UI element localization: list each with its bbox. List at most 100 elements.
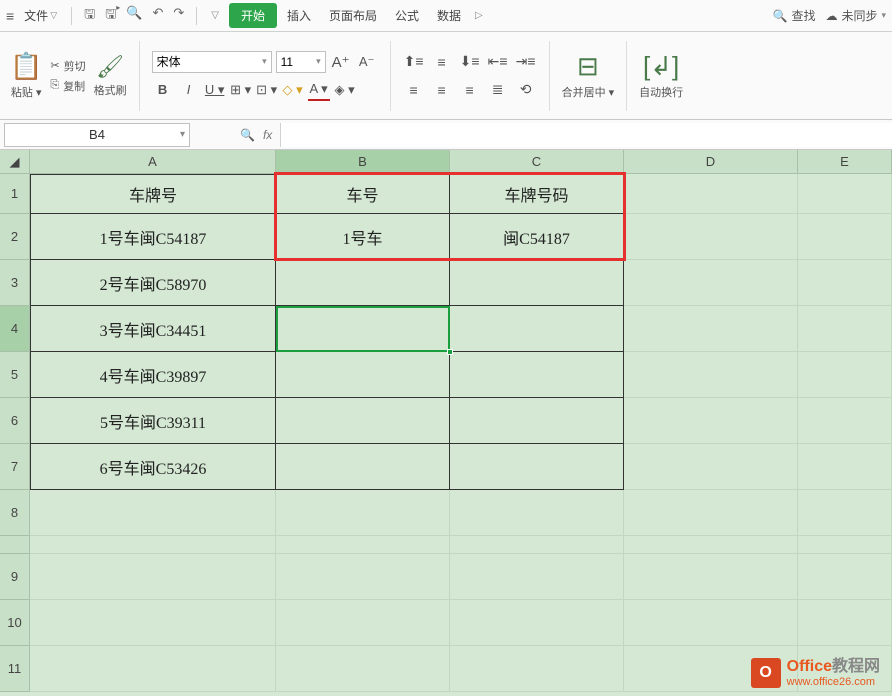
cell-C1[interactable]: 车牌号码 xyxy=(450,174,624,214)
row-header-5[interactable]: 5 xyxy=(0,352,30,398)
cell-E4[interactable] xyxy=(798,306,892,352)
select-all-corner[interactable]: ◢ xyxy=(0,150,30,174)
cell-B2[interactable]: 1号车 xyxy=(276,214,450,260)
col-header-B[interactable]: B xyxy=(276,150,450,174)
preview-icon[interactable]: 🔍 xyxy=(126,5,142,27)
cell-C3[interactable] xyxy=(450,260,624,306)
cell-B11[interactable] xyxy=(276,646,450,692)
cell-C7[interactable] xyxy=(450,444,624,490)
tab-pagelayout[interactable]: 页面布局 xyxy=(321,3,385,28)
distribute-button[interactable]: ≣ xyxy=(487,79,509,101)
row-header-11[interactable]: 11 xyxy=(0,646,30,692)
tab-data[interactable]: 数据 xyxy=(429,3,469,28)
cell-E7[interactable] xyxy=(798,444,892,490)
align-top-button[interactable]: ⬆≡ xyxy=(403,51,425,73)
undo-icon[interactable]: ↶ xyxy=(152,5,163,27)
align-bottom-button[interactable]: ⬇≡ xyxy=(459,51,481,73)
cell-A4[interactable]: 3号车闽C34451 xyxy=(30,306,276,352)
cell-D4[interactable] xyxy=(624,306,798,352)
cell-B4[interactable] xyxy=(276,306,450,352)
cell-B6[interactable] xyxy=(276,398,450,444)
cell-B9b[interactable] xyxy=(276,554,450,600)
cell-A7[interactable]: 6号车闽C53426 xyxy=(30,444,276,490)
cell-C8[interactable] xyxy=(450,490,624,536)
wrap-text-button[interactable]: [↲] 自动换行 xyxy=(639,51,683,100)
sync-button[interactable]: ☁ 未同步 ▾ xyxy=(825,7,886,24)
cell-E2[interactable] xyxy=(798,214,892,260)
cell-D3[interactable] xyxy=(624,260,798,306)
tab-insert[interactable]: 插入 xyxy=(279,3,319,28)
orientation-button[interactable]: ⟲ xyxy=(515,79,537,101)
cell-A9[interactable] xyxy=(30,536,276,554)
cell-E5[interactable] xyxy=(798,352,892,398)
cell-B9[interactable] xyxy=(276,536,450,554)
row-header-4[interactable]: 4 xyxy=(0,306,30,352)
border-button[interactable]: ⊞ ▾ xyxy=(230,79,252,101)
cell-E1[interactable] xyxy=(798,174,892,214)
cell-C9[interactable] xyxy=(450,536,624,554)
underline-button[interactable]: U ▾ xyxy=(204,79,226,101)
align-middle-button[interactable]: ≡ xyxy=(431,51,453,73)
indent-left-button[interactable]: ⇤≡ xyxy=(487,51,509,73)
increase-font-button[interactable]: A⁺ xyxy=(330,51,352,73)
cell-D5[interactable] xyxy=(624,352,798,398)
cell-C2[interactable]: 闽C54187 xyxy=(450,214,624,260)
cell-A6[interactable]: 5号车闽C39311 xyxy=(30,398,276,444)
align-center-button[interactable]: ≡ xyxy=(431,79,453,101)
cell-D2[interactable] xyxy=(624,214,798,260)
cell-A3[interactable]: 2号车闽C58970 xyxy=(30,260,276,306)
row-header-1[interactable]: 1 xyxy=(0,174,30,214)
sheet-area[interactable]: ◢ A B C D E 1 车牌号 车号 车牌号码 2 1号车闽C54187 1… xyxy=(0,150,892,696)
format-painter-button[interactable]: 🖌 格式刷 xyxy=(94,54,127,98)
cell-E3[interactable] xyxy=(798,260,892,306)
more-tabs-icon[interactable]: ▷ xyxy=(471,10,487,21)
fill-handle[interactable] xyxy=(447,349,453,355)
align-right-button[interactable]: ≡ xyxy=(459,79,481,101)
row-header-10[interactable]: 10 xyxy=(0,600,30,646)
formula-input[interactable] xyxy=(280,123,892,147)
cell-B8[interactable] xyxy=(276,490,450,536)
cell-C5[interactable] xyxy=(450,352,624,398)
cell-D10[interactable] xyxy=(624,600,798,646)
cell-A2[interactable]: 1号车闽C54187 xyxy=(30,214,276,260)
row-header-9[interactable] xyxy=(0,536,30,554)
border2-button[interactable]: ⊡ ▾ xyxy=(256,79,278,101)
cell-A1[interactable]: 车牌号 xyxy=(30,174,276,214)
cell-C4[interactable] xyxy=(450,306,624,352)
cell-C10[interactable] xyxy=(450,600,624,646)
cell-C9b[interactable] xyxy=(450,554,624,600)
zoom-icon[interactable]: 🔍 xyxy=(240,128,255,142)
row-header-3[interactable]: 3 xyxy=(0,260,30,306)
cell-A9b[interactable] xyxy=(30,554,276,600)
cell-E9b[interactable] xyxy=(798,554,892,600)
tab-formula[interactable]: 公式 xyxy=(387,3,427,28)
name-box[interactable]: B4 ▾ xyxy=(4,123,190,147)
row-header-2[interactable]: 2 xyxy=(0,214,30,260)
row-header-7[interactable]: 7 xyxy=(0,444,30,490)
copy-button[interactable]: ⎘ 复制 xyxy=(50,78,85,94)
cell-B10[interactable] xyxy=(276,600,450,646)
font-name-select[interactable]: 宋体▾ xyxy=(152,51,272,73)
clear-format-button[interactable]: ◈ ▾ xyxy=(334,79,356,101)
search-button[interactable]: 🔍 查找 xyxy=(772,7,815,24)
cell-C6[interactable] xyxy=(450,398,624,444)
align-left-button[interactable]: ≡ xyxy=(403,79,425,101)
row-header-6[interactable]: 6 xyxy=(0,398,30,444)
cut-button[interactable]: ✂ 剪切 xyxy=(50,58,85,74)
cell-A8[interactable] xyxy=(30,490,276,536)
cell-D8[interactable] xyxy=(624,490,798,536)
cell-A10[interactable] xyxy=(30,600,276,646)
cell-A5[interactable]: 4号车闽C39897 xyxy=(30,352,276,398)
cell-D7[interactable] xyxy=(624,444,798,490)
font-color-button[interactable]: A ▾ xyxy=(308,79,330,101)
row-header-8[interactable]: 8 xyxy=(0,490,30,536)
col-header-E[interactable]: E xyxy=(798,150,892,174)
fill-color-button[interactable]: ◇ ▾ xyxy=(282,79,304,101)
cell-E8[interactable] xyxy=(798,490,892,536)
cell-D9b[interactable] xyxy=(624,554,798,600)
decrease-font-button[interactable]: A⁻ xyxy=(356,51,378,73)
file-menu[interactable]: 文件 ▽ xyxy=(16,3,65,28)
fx-icon[interactable]: fx xyxy=(263,128,272,142)
indent-right-button[interactable]: ⇥≡ xyxy=(515,51,537,73)
save-icon[interactable]: 🖫 xyxy=(84,5,95,27)
